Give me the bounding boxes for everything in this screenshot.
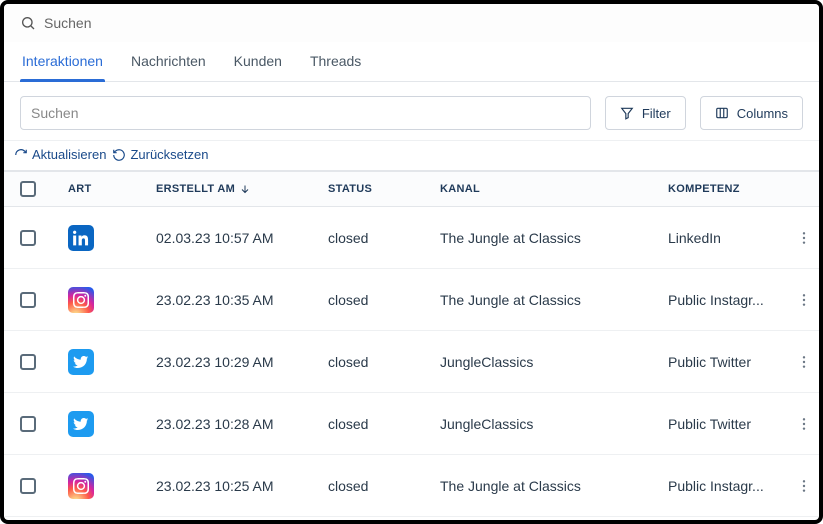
column-header-erstellt-am[interactable]: ERSTELLT AM	[156, 183, 328, 195]
cell-kanal: The Jungle at Classics	[440, 292, 668, 308]
tab-threads[interactable]: Threads	[308, 43, 363, 81]
cell-kanal: JungleClassics	[440, 416, 668, 432]
row-checkbox[interactable]	[20, 292, 36, 308]
column-header-kompetenz[interactable]: KOMPETENZ	[668, 183, 784, 195]
table-row[interactable]: 23.02.23 10:35 AMclosedThe Jungle at Cla…	[4, 269, 819, 331]
cell-kompetenz: LinkedIn	[668, 230, 784, 246]
kebab-icon	[796, 354, 812, 370]
columns-button[interactable]: Columns	[700, 96, 803, 130]
tab-label: Kunden	[234, 53, 282, 69]
row-checkbox[interactable]	[20, 478, 36, 494]
table-row[interactable]: 23.02.23 10:29 AMclosedJungleClassicsPub…	[4, 331, 819, 393]
global-search-bar[interactable]: Suchen	[4, 4, 819, 42]
cell-kanal: The Jungle at Classics	[440, 478, 668, 494]
sort-desc-icon	[239, 183, 251, 195]
row-checkbox[interactable]	[20, 354, 36, 370]
columns-label: Columns	[737, 106, 788, 121]
cell-kanal: The Jungle at Classics	[440, 230, 668, 246]
search-input[interactable]	[20, 96, 591, 130]
cell-status: closed	[328, 230, 440, 246]
columns-icon	[715, 106, 729, 120]
row-menu-button[interactable]	[792, 350, 816, 374]
kebab-icon	[796, 230, 812, 246]
cell-status: closed	[328, 478, 440, 494]
kebab-icon	[796, 416, 812, 432]
kebab-icon	[796, 292, 812, 308]
filter-label: Filter	[642, 106, 671, 121]
tab-label: Threads	[310, 53, 361, 69]
search-icon	[20, 15, 36, 31]
row-menu-button[interactable]	[792, 288, 816, 312]
cell-kompetenz: Public Twitter	[668, 416, 784, 432]
toolbar: Filter Columns	[4, 82, 819, 141]
twitter-icon	[68, 411, 94, 437]
cell-status: closed	[328, 292, 440, 308]
cell-kompetenz: Public Twitter	[668, 354, 784, 370]
cell-kompetenz: Public Instagr...	[668, 292, 784, 308]
tab-label: Interaktionen	[22, 53, 103, 69]
cell-erstellt-am: 02.03.23 10:57 AM	[156, 230, 328, 246]
row-menu-button[interactable]	[792, 474, 816, 498]
reset-button[interactable]: Zurücksetzen	[112, 147, 208, 162]
refresh-label: Aktualisieren	[32, 147, 106, 162]
filter-button[interactable]: Filter	[605, 96, 686, 130]
tab-bar: Interaktionen Nachrichten Kunden Threads	[4, 42, 819, 82]
actions-row: Aktualisieren Zurücksetzen	[4, 141, 819, 171]
column-header-art[interactable]: ART	[68, 183, 156, 195]
reset-label: Zurücksetzen	[130, 147, 208, 162]
kebab-icon	[796, 478, 812, 494]
row-checkbox[interactable]	[20, 416, 36, 432]
filter-icon	[620, 106, 634, 120]
twitter-icon	[68, 349, 94, 375]
cell-status: closed	[328, 416, 440, 432]
tab-kunden[interactable]: Kunden	[232, 43, 284, 81]
tab-nachrichten[interactable]: Nachrichten	[129, 43, 208, 81]
reset-icon	[112, 148, 126, 162]
refresh-button[interactable]: Aktualisieren	[14, 147, 106, 162]
table-body: 02.03.23 10:57 AMclosedThe Jungle at Cla…	[4, 207, 819, 517]
select-all-checkbox[interactable]	[20, 181, 36, 197]
cell-kompetenz: Public Instagr...	[668, 478, 784, 494]
row-menu-button[interactable]	[792, 412, 816, 436]
global-search-placeholder: Suchen	[44, 15, 91, 31]
row-checkbox[interactable]	[20, 230, 36, 246]
instagram-icon	[68, 287, 94, 313]
cell-kanal: JungleClassics	[440, 354, 668, 370]
column-header-status[interactable]: STATUS	[328, 183, 440, 195]
cell-erstellt-am: 23.02.23 10:29 AM	[156, 354, 328, 370]
column-header-kanal[interactable]: KANAL	[440, 183, 668, 195]
cell-erstellt-am: 23.02.23 10:25 AM	[156, 478, 328, 494]
table-row[interactable]: 02.03.23 10:57 AMclosedThe Jungle at Cla…	[4, 207, 819, 269]
refresh-icon	[14, 148, 28, 162]
instagram-icon	[68, 473, 94, 499]
cell-status: closed	[328, 354, 440, 370]
row-menu-button[interactable]	[792, 226, 816, 250]
cell-erstellt-am: 23.02.23 10:35 AM	[156, 292, 328, 308]
tab-interaktionen[interactable]: Interaktionen	[20, 43, 105, 81]
table-header-row: ART ERSTELLT AM STATUS KANAL KOMPETENZ	[4, 171, 819, 207]
table-row[interactable]: 23.02.23 10:25 AMclosedThe Jungle at Cla…	[4, 455, 819, 517]
cell-erstellt-am: 23.02.23 10:28 AM	[156, 416, 328, 432]
tab-label: Nachrichten	[131, 53, 206, 69]
linkedin-icon	[68, 225, 94, 251]
app-frame: Suchen Interaktionen Nachrichten Kunden …	[0, 0, 823, 524]
table-row[interactable]: 23.02.23 10:28 AMclosedJungleClassicsPub…	[4, 393, 819, 455]
